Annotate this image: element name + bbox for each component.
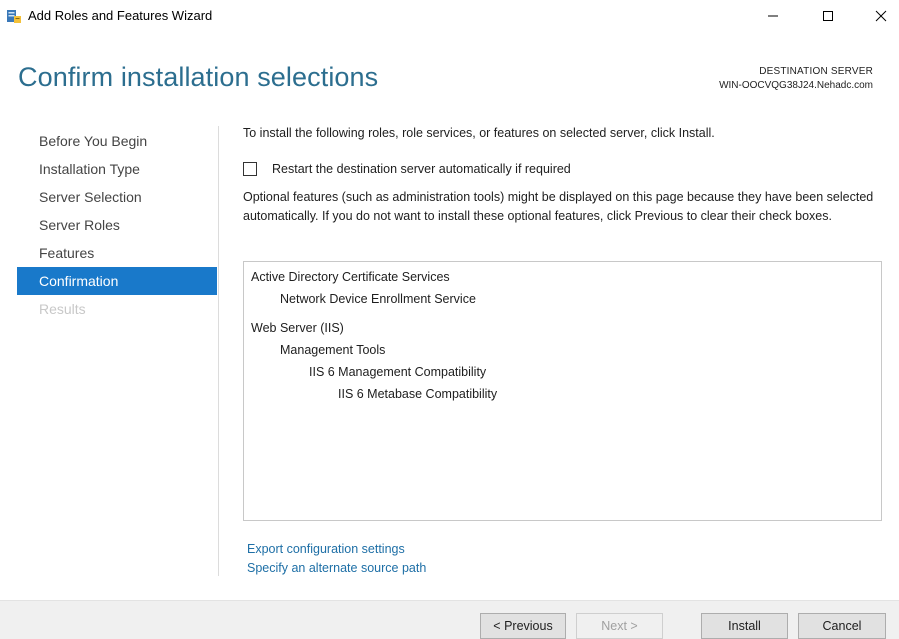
list-item: IIS 6 Metabase Compatibility bbox=[338, 387, 498, 401]
destination-server-name: WIN-OOCVQG38J24.Nehadc.com bbox=[719, 80, 873, 91]
next-button: Next > bbox=[576, 613, 663, 639]
minimize-button[interactable] bbox=[750, 0, 796, 32]
optional-features-note: Optional features (such as administratio… bbox=[243, 190, 874, 223]
page-title: Confirm installation selections bbox=[18, 62, 379, 92]
list-item: IIS 6 Management Compatibility bbox=[309, 365, 487, 379]
window-title: Add Roles and Features Wizard bbox=[28, 8, 213, 23]
wizard-nav: Before You Begin Installation Type Serve… bbox=[17, 127, 217, 323]
destination-server-label: DESTINATION SERVER bbox=[759, 66, 873, 77]
close-icon bbox=[875, 10, 887, 22]
minimize-icon bbox=[768, 15, 778, 17]
alternate-source-path-link[interactable]: Specify an alternate source path bbox=[247, 561, 426, 575]
list-item: Active Directory Certificate Services bbox=[251, 270, 450, 284]
list-item: Web Server (IIS) bbox=[251, 321, 344, 335]
close-button[interactable] bbox=[858, 0, 899, 32]
content-pane: To install the following roles, role ser… bbox=[243, 126, 883, 223]
nav-item-features[interactable]: Features bbox=[17, 239, 217, 267]
maximize-icon bbox=[823, 11, 833, 21]
previous-button[interactable]: < Previous bbox=[480, 613, 566, 639]
nav-item-server-selection[interactable]: Server Selection bbox=[17, 183, 217, 211]
list-item: Management Tools bbox=[280, 343, 386, 357]
server-manager-icon bbox=[6, 8, 22, 24]
intro-text: To install the following roles, role ser… bbox=[243, 126, 715, 140]
nav-item-before-you-begin[interactable]: Before You Begin bbox=[17, 127, 217, 155]
list-item: Network Device Enrollment Service bbox=[280, 292, 476, 306]
selections-list[interactable]: Active Directory Certificate Services Ne… bbox=[243, 261, 882, 521]
nav-divider bbox=[218, 126, 219, 576]
nav-item-confirmation[interactable]: Confirmation bbox=[17, 267, 217, 295]
restart-checkbox[interactable] bbox=[243, 162, 257, 176]
maximize-button[interactable] bbox=[805, 0, 851, 32]
install-button[interactable]: Install bbox=[701, 613, 788, 639]
restart-label[interactable]: Restart the destination server automatic… bbox=[272, 162, 571, 176]
nav-item-server-roles[interactable]: Server Roles bbox=[17, 211, 217, 239]
nav-item-installation-type[interactable]: Installation Type bbox=[17, 155, 217, 183]
nav-item-results: Results bbox=[39, 301, 86, 317]
export-configuration-link[interactable]: Export configuration settings bbox=[247, 542, 405, 556]
restart-option: Restart the destination server automatic… bbox=[243, 162, 571, 176]
title-bar: Add Roles and Features Wizard bbox=[0, 0, 899, 32]
cancel-button[interactable]: Cancel bbox=[798, 613, 886, 639]
